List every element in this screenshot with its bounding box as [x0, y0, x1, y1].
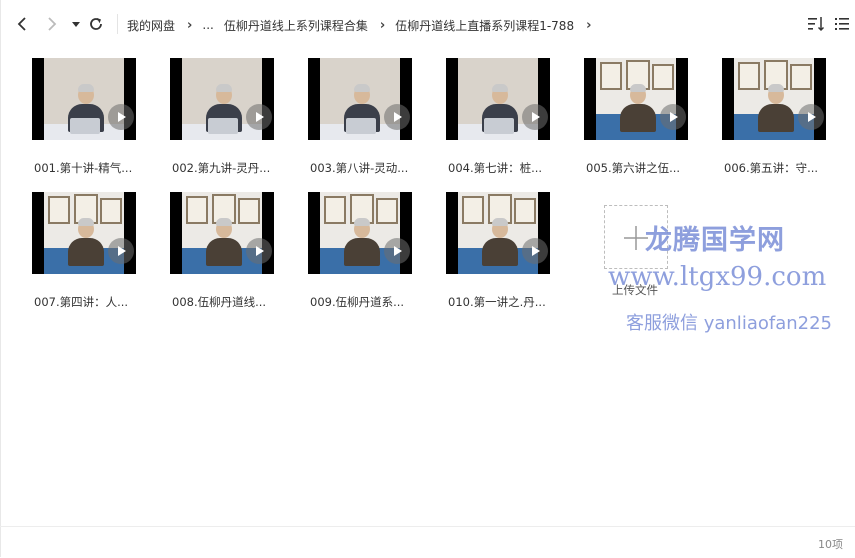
video-preview-image [320, 58, 400, 140]
file-name: 004.第七讲：桩... [448, 161, 543, 175]
breadcrumb-chevron-icon: › [187, 17, 193, 33]
file-name: 008.伍柳丹道线... [172, 295, 267, 309]
video-preview-image [734, 58, 814, 140]
view-mode-button[interactable] [834, 14, 850, 36]
video-thumbnail [170, 58, 274, 140]
video-thumbnail [32, 192, 136, 274]
file-name: 009.伍柳丹道系... [310, 295, 405, 309]
video-thumbnail [722, 58, 826, 140]
video-thumbnail [308, 58, 412, 140]
video-preview-image [320, 192, 400, 274]
breadcrumb: 我的网盘 › ... 伍柳丹道线上系列课程合集 › 伍柳丹道线上直播系列课程1-… [127, 15, 601, 35]
list-view-icon [835, 18, 849, 30]
play-icon [108, 238, 134, 264]
toolbar: 我的网盘 › ... 伍柳丹道线上系列课程合集 › 伍柳丹道线上直播系列课程1-… [0, 0, 855, 48]
file-name: 002.第九讲-灵丹... [172, 161, 271, 175]
video-file-item[interactable]: 010.第一讲之.丹... [414, 192, 550, 310]
video-preview-image [458, 192, 538, 274]
video-file-item[interactable]: 008.伍柳丹道线... [138, 192, 274, 310]
video-preview-image [44, 58, 124, 140]
breadcrumb-item-collection[interactable]: 伍柳丹道线上系列课程合集 [224, 17, 368, 34]
play-icon [108, 104, 134, 130]
play-icon [384, 104, 410, 130]
sort-button[interactable] [806, 14, 826, 36]
breadcrumb-item-ellipsis[interactable]: ... [202, 18, 213, 32]
video-thumbnail [308, 192, 412, 274]
chevron-right-icon [48, 17, 57, 31]
watermark-url: www.ltgx99.com [608, 262, 827, 292]
play-icon [660, 104, 686, 130]
video-preview-image [458, 58, 538, 140]
video-file-item[interactable]: 004.第七讲：桩... [414, 58, 550, 176]
video-file-item[interactable]: 005.第六讲之伍... [552, 58, 688, 176]
play-icon [246, 238, 272, 264]
video-file-item[interactable]: 007.第四讲：人... [0, 192, 136, 310]
video-file-item[interactable]: 002.第九讲-灵丹... [138, 58, 274, 176]
back-button[interactable] [10, 12, 34, 36]
play-icon [522, 238, 548, 264]
file-name: 003.第八讲-灵动... [310, 161, 409, 175]
video-thumbnail [32, 58, 136, 140]
play-icon [798, 104, 824, 130]
video-preview-image [182, 192, 262, 274]
video-file-item[interactable]: 009.伍柳丹道系... [276, 192, 412, 310]
file-name: 001.第十讲-精气... [34, 161, 133, 175]
video-thumbnail [446, 192, 550, 274]
breadcrumb-item-current[interactable]: 伍柳丹道线上直播系列课程1-788 [395, 17, 574, 34]
play-icon [522, 104, 548, 130]
video-preview-image [596, 58, 676, 140]
video-thumbnail [446, 58, 550, 140]
video-preview-image [44, 192, 124, 274]
breadcrumb-item-home[interactable]: 我的网盘 [127, 17, 175, 34]
status-bar: 10项 [0, 526, 855, 558]
caret-down-icon [72, 22, 80, 27]
toolbar-divider [117, 14, 118, 34]
forward-button[interactable] [40, 12, 64, 36]
video-file-item[interactable]: 001.第十讲-精气... [0, 58, 136, 176]
play-icon [246, 104, 272, 130]
item-count: 10项 [818, 538, 843, 551]
file-name: 010.第一讲之.丹... [448, 295, 546, 309]
sort-icon [808, 17, 825, 32]
file-name: 007.第四讲：人... [34, 295, 129, 309]
chevron-left-icon [17, 17, 26, 31]
file-name: 005.第六讲之伍... [586, 161, 681, 175]
video-preview-image [182, 58, 262, 140]
breadcrumb-chevron-icon: › [586, 17, 592, 33]
breadcrumb-chevron-icon: › [379, 17, 386, 33]
video-file-item[interactable]: 003.第八讲-灵动... [276, 58, 412, 176]
watermark-title: 龙腾国学网 [645, 225, 785, 256]
refresh-icon [90, 18, 102, 30]
file-name: 006.第五讲：守... [724, 161, 819, 175]
play-icon [384, 238, 410, 264]
video-thumbnail [170, 192, 274, 274]
refresh-button[interactable] [84, 12, 108, 36]
video-file-item[interactable]: 006.第五讲：守... [690, 58, 826, 176]
video-thumbnail [584, 58, 688, 140]
watermark-contact: 客服微信 yanliaofan225 [626, 313, 832, 334]
